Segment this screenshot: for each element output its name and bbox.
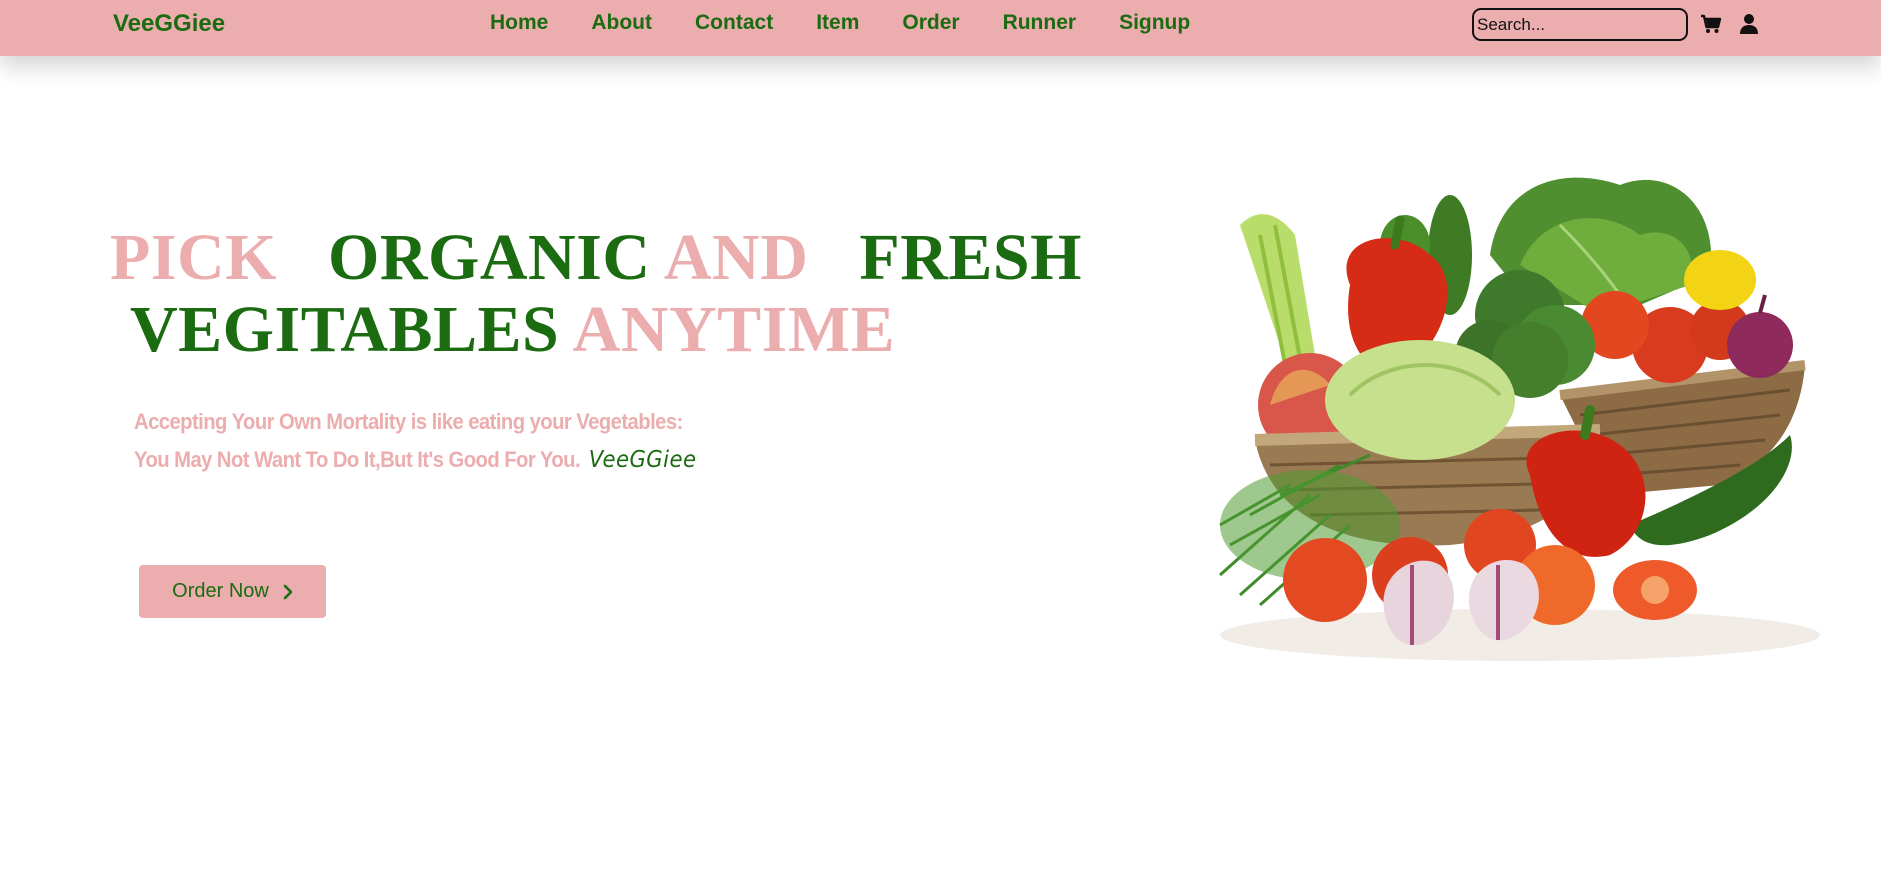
- hero-word-vegitables: VEGITABLES: [130, 293, 560, 366]
- nav-contact[interactable]: Contact: [695, 11, 773, 35]
- hero-word-fresh: FRESH: [859, 221, 1082, 294]
- hero-word-pick: PICK: [110, 221, 277, 294]
- hero-title: PICK ORGANIC AND FRESH VEGITABLES ANYTIM…: [110, 222, 1082, 366]
- order-now-button[interactable]: Order Now: [139, 565, 326, 618]
- nav-runner[interactable]: Runner: [1003, 11, 1077, 35]
- hero-subtitle: Accepting Your Own Mortality is like eat…: [134, 403, 696, 479]
- chevron-right-icon: [283, 584, 293, 599]
- vegetable-basket-image: [1219, 177, 1820, 661]
- subtitle-brand: VeeGGiee: [588, 447, 697, 473]
- logo[interactable]: VeeGGiee: [113, 10, 225, 38]
- hero-word-anytime: ANYTIME: [572, 293, 896, 366]
- cart-icon[interactable]: [1699, 12, 1723, 36]
- nav-order[interactable]: Order: [902, 11, 959, 35]
- nav-signup[interactable]: Signup: [1119, 11, 1190, 35]
- subtitle-line2: You May Not Want To Do It,But It's Good …: [134, 447, 581, 472]
- navbar: VeeGGiee Home About Contact Item Order R…: [0, 0, 1881, 56]
- nav-about[interactable]: About: [591, 11, 652, 35]
- nav-home[interactable]: Home: [490, 11, 548, 35]
- hero-word-organic: ORGANIC: [328, 221, 651, 294]
- search-input[interactable]: [1472, 8, 1688, 41]
- nav-links: Home About Contact Item Order Runner Sig…: [490, 11, 1190, 35]
- subtitle-line1: Accepting Your Own Mortality is like eat…: [134, 409, 683, 434]
- order-now-label: Order Now: [172, 580, 269, 602]
- hero-word-and: AND: [663, 221, 809, 294]
- user-icon[interactable]: [1737, 12, 1761, 36]
- hero-title-line2: VEGITABLES ANYTIME: [110, 294, 1082, 366]
- nav-item[interactable]: Item: [816, 11, 859, 35]
